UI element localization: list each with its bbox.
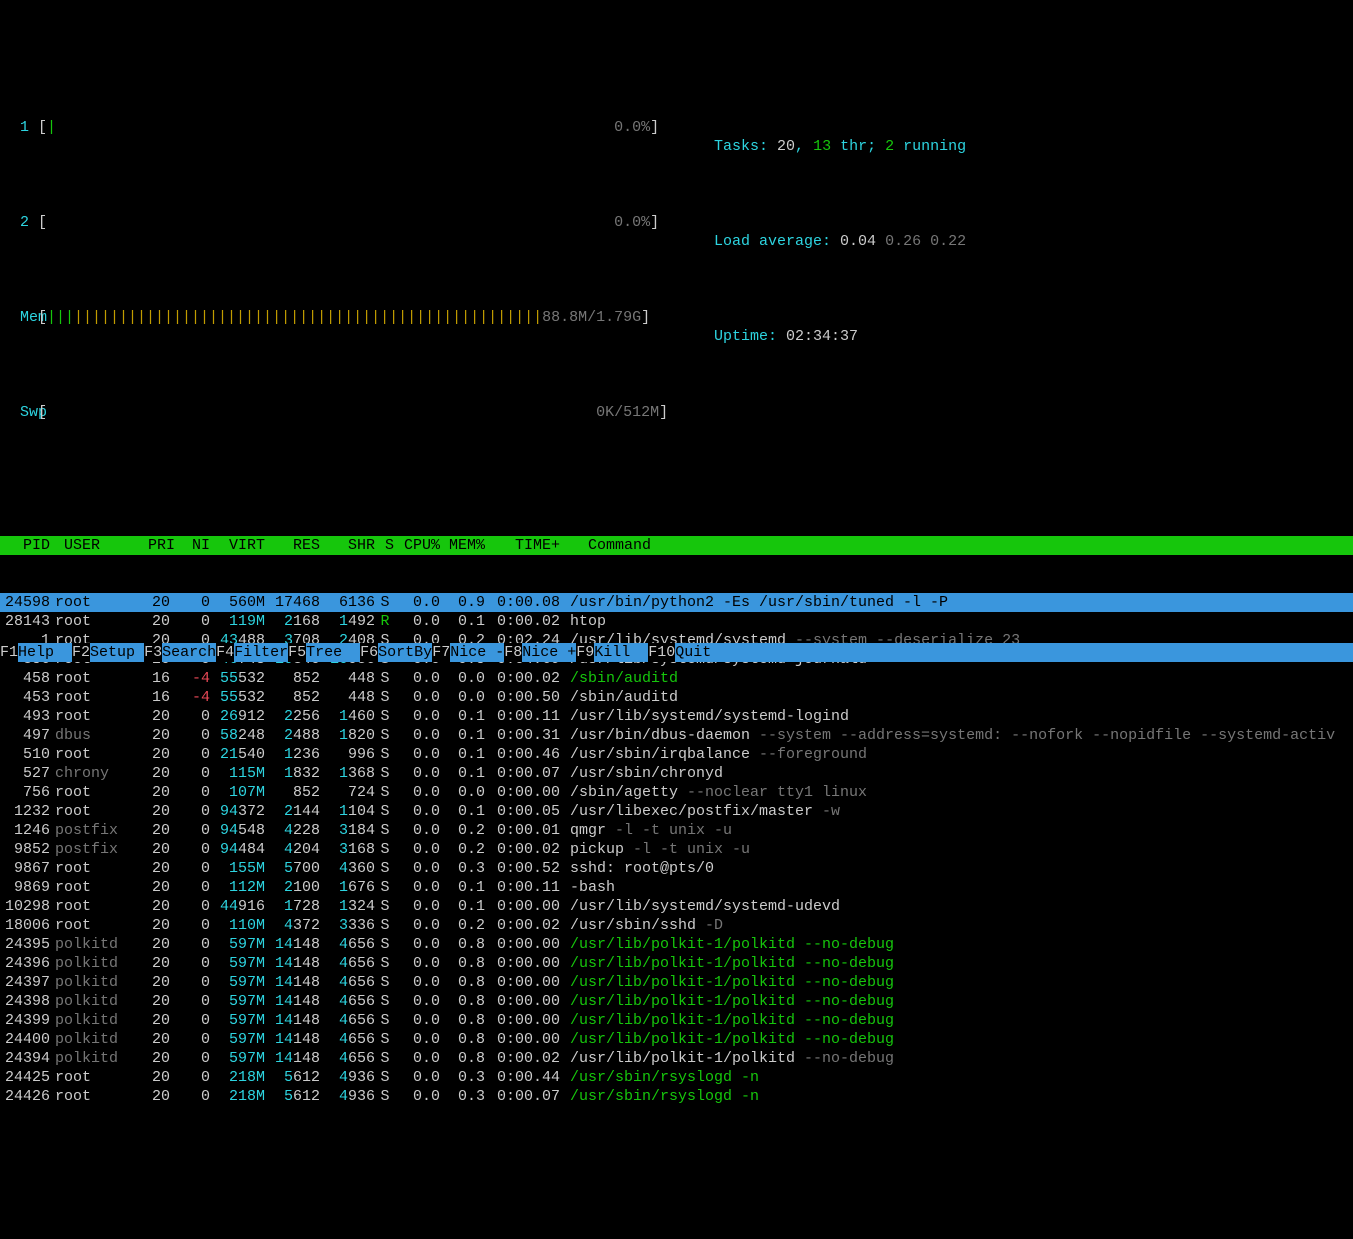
process-row[interactable]: 510root200215401236996S0.00.10:00.46/usr…	[0, 745, 1353, 764]
process-row[interactable]: 527chrony200115M18321368S0.00.10:00.07/u…	[0, 764, 1353, 783]
process-list[interactable]: 24598root200560M174686136S0.00.90:00.08/…	[0, 593, 1353, 1106]
flabel-F7[interactable]: Nice -	[450, 643, 504, 662]
column-header[interactable]: PID USER PRI NI VIRT RES SHR S CPU% MEM%…	[0, 536, 1353, 555]
process-row[interactable]: 1246postfix2009454842283184S0.00.20:00.0…	[0, 821, 1353, 840]
fkey-F9[interactable]: F9	[576, 643, 594, 662]
process-row[interactable]: 458root16-455532852448S0.00.00:00.02/sbi…	[0, 669, 1353, 688]
fkey-F5[interactable]: F5	[288, 643, 306, 662]
fkey-F4[interactable]: F4	[216, 643, 234, 662]
process-row[interactable]: 497dbus2005824824881820S0.00.10:00.31/us…	[0, 726, 1353, 745]
swp-bar: [ 0K/512M]	[38, 403, 668, 422]
process-row[interactable]: 24398polkitd200597M141484656S0.00.80:00.…	[0, 992, 1353, 1011]
load-line: Load average: 0.04 0.26 0.22	[660, 213, 1353, 270]
tasks-line: Tasks: 20, 13 thr; 2 running	[660, 118, 1353, 175]
fkey-F7[interactable]: F7	[432, 643, 450, 662]
meters-panel: 1 [| 0.0%] Tasks: 20, 13 thr; 2 running …	[0, 76, 1353, 441]
fkey-F8[interactable]: F8	[504, 643, 522, 662]
cpu2-label: 2	[0, 213, 38, 270]
cpu1-label: 1	[0, 118, 38, 175]
fkey-F10[interactable]: F10	[648, 643, 675, 662]
process-row[interactable]: 24400polkitd200597M141484656S0.00.80:00.…	[0, 1030, 1353, 1049]
flabel-F9[interactable]: Kill	[594, 643, 648, 662]
process-row[interactable]: 24425root200218M56124936S0.00.30:00.44/u…	[0, 1068, 1353, 1087]
process-row[interactable]: 24399polkitd200597M141484656S0.00.80:00.…	[0, 1011, 1353, 1030]
swp-label: Swp	[0, 403, 38, 422]
flabel-F4[interactable]: Filter	[234, 643, 288, 662]
process-row[interactable]: 24426root200218M56124936S0.00.30:00.07/u…	[0, 1087, 1353, 1106]
flabel-F6[interactable]: SortBy	[378, 643, 432, 662]
process-row[interactable]: 18006root200110M43723336S0.00.20:00.02/u…	[0, 916, 1353, 935]
cpu1-bar: [| 0.0%]	[38, 118, 659, 175]
process-row[interactable]: 10298root2004491617281324S0.00.10:00.00/…	[0, 897, 1353, 916]
process-row[interactable]: 9867root200155M57004360S0.00.30:00.52ssh…	[0, 859, 1353, 878]
process-row[interactable]: 24598root200560M174686136S0.00.90:00.08/…	[0, 593, 1353, 612]
fkey-F1[interactable]: F1	[0, 643, 18, 662]
flabel-F1[interactable]: Help	[18, 643, 72, 662]
process-row[interactable]: 24395polkitd200597M141484656S0.00.80:00.…	[0, 935, 1353, 954]
cpu2-bar: [ 0.0%]	[38, 213, 659, 270]
process-row[interactable]: 9869root200112M21001676S0.00.10:00.11-ba…	[0, 878, 1353, 897]
mem-bar: [|||||||||||||||||||||||||||||||||||||||…	[38, 308, 650, 365]
fkey-F6[interactable]: F6	[360, 643, 378, 662]
process-row[interactable]: 24396polkitd200597M141484656S0.00.80:00.…	[0, 954, 1353, 973]
process-row[interactable]: 1232root2009437221441104S0.00.10:00.05/u…	[0, 802, 1353, 821]
process-row[interactable]: 9852postfix2009448442043168S0.00.20:00.0…	[0, 840, 1353, 859]
footer-bar[interactable]: F1Help F2Setup F3SearchF4FilterF5Tree F6…	[0, 643, 1353, 662]
process-row[interactable]: 756root200107M852724S0.00.00:00.00/sbin/…	[0, 783, 1353, 802]
fkey-F2[interactable]: F2	[72, 643, 90, 662]
flabel-F10[interactable]: Quit	[675, 643, 729, 662]
process-row[interactable]: 24394polkitd200597M141484656S0.00.80:00.…	[0, 1049, 1353, 1068]
flabel-F5[interactable]: Tree	[306, 643, 360, 662]
fkey-F3[interactable]: F3	[144, 643, 162, 662]
process-row[interactable]: 24397polkitd200597M141484656S0.00.80:00.…	[0, 973, 1353, 992]
uptime-line: Uptime: 02:34:37	[660, 308, 1353, 365]
process-row[interactable]: 453root16-455532852448S0.00.00:00.50/sbi…	[0, 688, 1353, 707]
process-row[interactable]: 493root2002691222561460S0.00.10:00.11/us…	[0, 707, 1353, 726]
flabel-F8[interactable]: Nice +	[522, 643, 576, 662]
process-row[interactable]: 28143root200119M21681492R0.00.10:00.02ht…	[0, 612, 1353, 631]
mem-label: Mem	[0, 308, 38, 365]
flabel-F3[interactable]: Search	[162, 643, 216, 662]
flabel-F2[interactable]: Setup	[90, 643, 144, 662]
